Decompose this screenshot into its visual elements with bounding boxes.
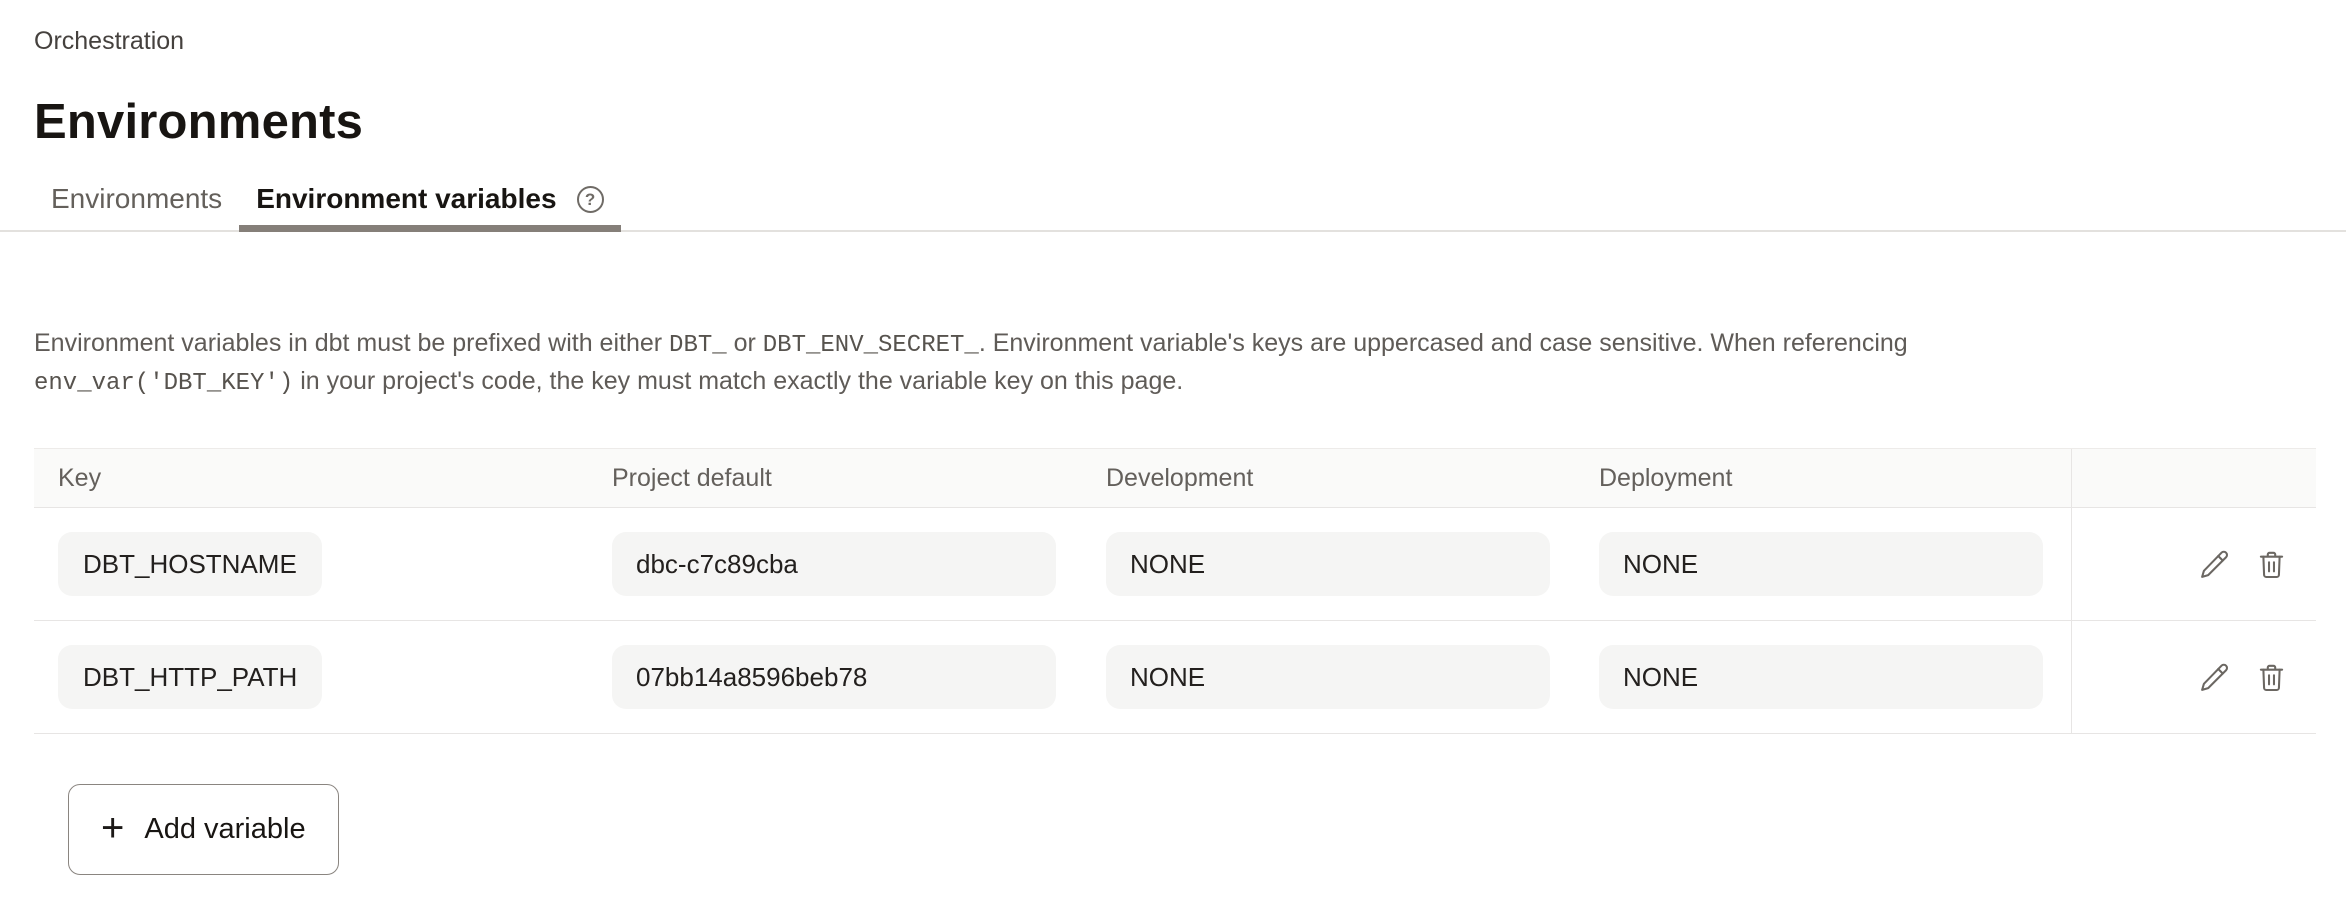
tab-bar: Environments Environment variables ? [0, 168, 2346, 232]
pencil-icon [2198, 548, 2231, 581]
inline-code: DBT_ [669, 332, 727, 359]
env-var-value: 07bb14a8596beb78 [612, 645, 1056, 709]
key-cell: DBT_HTTP_PATH [34, 621, 588, 733]
tab-environment-variables-label: Environment variables [256, 183, 556, 215]
column-header-actions [2071, 449, 2316, 507]
description-text: in your project's code, the key must mat… [293, 367, 1183, 395]
value-cell: NONE [1082, 508, 1575, 620]
edit-button[interactable] [2198, 661, 2231, 694]
add-variable-button[interactable]: + Add variable [68, 784, 339, 875]
env-var-table: Key Project default Development Deployme… [34, 448, 2316, 734]
description-text: Environment variables in dbt must be pre… [34, 329, 669, 357]
value-cell: dbc-c7c89cba [588, 508, 1082, 620]
row-actions-cell [2071, 621, 2316, 733]
column-header-project-default: Project default [588, 449, 1082, 507]
page-title: Environments [34, 94, 2316, 150]
env-var-key: DBT_HOSTNAME [58, 532, 322, 596]
tab-environment-variables[interactable]: Environment variables ? [239, 168, 620, 230]
add-variable-label: Add variable [144, 813, 305, 846]
table-row: DBT_HOSTNAME dbc-c7c89cba NONE NONE [34, 508, 2316, 621]
table-header-row: Key Project default Development Deployme… [34, 449, 2316, 508]
delete-button[interactable] [2255, 548, 2288, 581]
table-row: DBT_HTTP_PATH 07bb14a8596beb78 NONE NONE [34, 621, 2316, 734]
tab-environments-label: Environments [51, 183, 222, 215]
env-var-value: NONE [1599, 645, 2043, 709]
column-header-development: Development [1082, 449, 1575, 507]
trash-icon [2255, 548, 2288, 581]
plus-icon: + [101, 808, 124, 848]
delete-button[interactable] [2255, 661, 2288, 694]
env-var-value: NONE [1106, 532, 1550, 596]
env-var-value: NONE [1599, 532, 2043, 596]
pencil-icon [2198, 661, 2231, 694]
env-var-value: NONE [1106, 645, 1550, 709]
inline-code: DBT_ENV_SECRET_ [763, 332, 979, 359]
env-var-value: dbc-c7c89cba [612, 532, 1056, 596]
description-text: or [727, 329, 763, 357]
column-header-key: Key [34, 449, 588, 507]
key-cell: DBT_HOSTNAME [34, 508, 588, 620]
tab-environments[interactable]: Environments [34, 168, 239, 230]
trash-icon [2255, 661, 2288, 694]
table-body: DBT_HOSTNAME dbc-c7c89cba NONE NONE DBT_… [34, 508, 2316, 734]
edit-button[interactable] [2198, 548, 2231, 581]
env-var-key: DBT_HTTP_PATH [58, 645, 322, 709]
value-cell: NONE [1575, 508, 2071, 620]
env-var-description: Environment variables in dbt must be pre… [34, 326, 2109, 401]
value-cell: 07bb14a8596beb78 [588, 621, 1082, 733]
environment-variables-page: Orchestration Environments Environments … [0, 0, 2346, 924]
column-header-deployment: Deployment [1575, 449, 2071, 507]
row-actions-cell [2071, 508, 2316, 620]
value-cell: NONE [1082, 621, 1575, 733]
value-cell: NONE [1575, 621, 2071, 733]
inline-code: env_var('DBT_KEY') [34, 370, 293, 397]
breadcrumb: Orchestration [34, 0, 2316, 56]
help-circle-icon[interactable]: ? [577, 186, 604, 213]
description-text: . Environment variable's keys are upperc… [979, 329, 1908, 357]
